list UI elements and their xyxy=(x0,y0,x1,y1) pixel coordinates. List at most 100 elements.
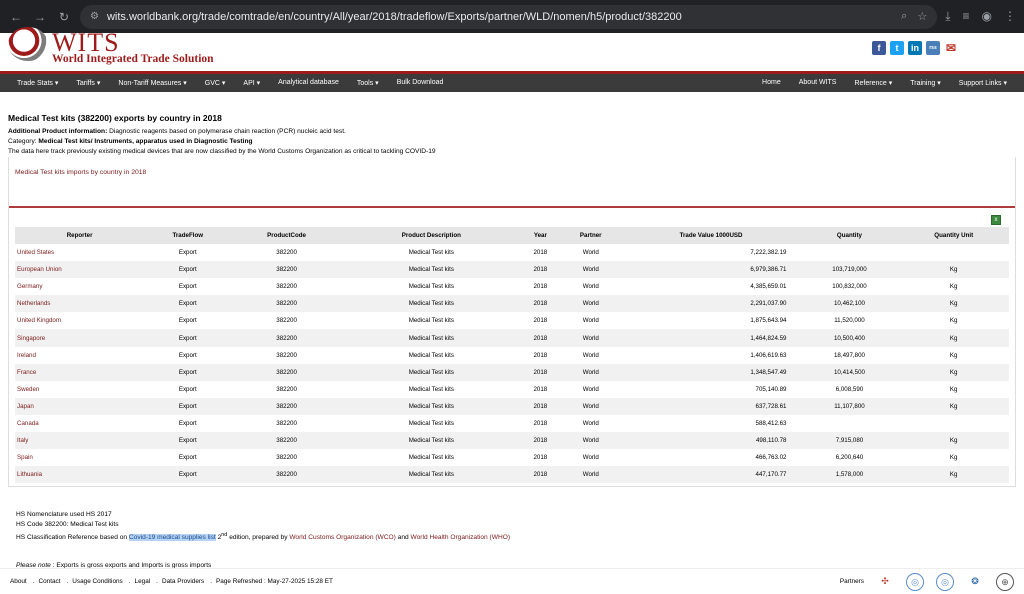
table-cell: Export xyxy=(144,432,232,450)
table-cell: Kg xyxy=(898,329,1009,347)
menu-analytical-database[interactable]: Analytical database xyxy=(269,79,348,87)
table-row: Netherlands Export 382200 Medical Test kits… xyxy=(15,295,1009,313)
rss-icon[interactable]: rss xyxy=(926,41,940,55)
main-content: Medical Test kits (382200) exports by co… xyxy=(0,113,1024,569)
reporter-link[interactable]: Netherlands xyxy=(15,295,145,313)
table-cell: Export xyxy=(178,317,197,325)
table-cell: Medical Test kits xyxy=(408,283,454,291)
exports-table: Reporter TradeFlow ProductCode Product Desc… xyxy=(15,227,1009,484)
partner-itc-icon[interactable]: ⊕ xyxy=(996,572,1014,591)
menu-gvc[interactable]: GVC ▾ xyxy=(196,79,235,87)
reporter-link[interactable]: Singapore xyxy=(15,329,145,347)
menu-reference[interactable]: Reference ▾ xyxy=(845,79,901,87)
reporter-link[interactable]: Canada xyxy=(15,415,144,432)
reporter-link[interactable]: Germany xyxy=(15,278,144,295)
table-cell: Kg xyxy=(949,317,958,325)
menu-training[interactable]: Training ▾ xyxy=(901,79,950,87)
table-cell: 7,222,382.19 xyxy=(750,249,787,257)
wits-logo[interactable]: WITS World Integrated Trade Solution xyxy=(8,27,214,66)
table-cell: Medical Test kits xyxy=(341,363,521,381)
facebook-icon[interactable]: f xyxy=(872,41,886,55)
menu-tariffs[interactable]: Tariffs ▾ xyxy=(67,79,109,87)
address-bar[interactable]: ⚙ wits.worldbank.org/trade/comtrade/en/c… xyxy=(80,4,938,29)
footer-about[interactable]: About xyxy=(10,578,31,585)
table-row: Sweden Export 382200 Medical Test kits 2018 W… xyxy=(15,381,1009,398)
table-cell: 4,385,659.01 xyxy=(750,283,787,291)
table-cell xyxy=(801,415,899,432)
profile-icon[interactable]: ◉ xyxy=(982,9,992,24)
reporter-link[interactable]: France xyxy=(15,363,145,381)
covid-supplies-link[interactable]: Covid-19 medical supplies list xyxy=(128,534,216,542)
partner-wto-icon[interactable]: ❂ xyxy=(966,573,984,591)
classification-prefix: HS Classification Reference based on xyxy=(16,534,129,542)
forward-icon[interactable]: → xyxy=(32,9,48,25)
partner-worldbank-icon[interactable]: ✣ xyxy=(876,573,894,591)
footer-contact[interactable]: Contact xyxy=(38,578,64,585)
menu-api[interactable]: API ▾ xyxy=(234,79,269,87)
footer-legal[interactable]: Legal xyxy=(135,578,155,585)
table-cell: 2018 xyxy=(533,454,548,462)
table-scroll-area[interactable]: Reporter TradeFlow ProductCode Product Desc… xyxy=(15,227,1009,486)
partner-un-icon[interactable]: ◎ xyxy=(936,572,954,591)
url-text[interactable]: wits.worldbank.org/trade/comtrade/en/cou… xyxy=(107,11,682,23)
table-cell: Medical Test kits xyxy=(408,419,454,427)
table-cell: 18,497,800 xyxy=(833,351,865,359)
imports-link[interactable]: Medical Test kits imports by country in … xyxy=(15,169,146,176)
browser-toolbar: ← → ↻ ⚙ wits.worldbank.org/trade/comtrad… xyxy=(0,0,1024,33)
table-cell: 382200 xyxy=(276,283,297,291)
partner-unctad-icon[interactable]: ◎ xyxy=(906,572,924,591)
table-cell: 705,140.89 xyxy=(755,385,787,393)
excel-export-icon[interactable]: x xyxy=(991,215,1001,225)
reporter-link[interactable]: Sweden xyxy=(15,381,144,398)
email-icon[interactable]: ✉ xyxy=(944,41,958,55)
zoom-icon[interactable]: ⌕ xyxy=(901,10,907,23)
reload-icon[interactable]: ↻ xyxy=(56,9,72,25)
table-cell: 10,500,400 xyxy=(800,329,899,347)
table-cell: 382200 xyxy=(276,249,297,257)
partners: Partners ✣ ◎ ◎ ❂ ⊕ xyxy=(840,572,1014,591)
reporter-link[interactable]: Lithuania xyxy=(15,466,145,484)
back-icon[interactable]: ← xyxy=(8,9,24,25)
table-cell: World xyxy=(559,466,622,484)
menu-about-wits[interactable]: About WITS xyxy=(790,79,846,87)
table-cell: Medical Test kits xyxy=(341,329,521,347)
table-cell: 2,291,037.90 xyxy=(621,295,801,313)
reporter-link[interactable]: United Kingdom xyxy=(15,312,144,329)
menu-bulk-download[interactable]: Bulk Download xyxy=(388,79,453,87)
reporter-link[interactable]: Japan xyxy=(15,397,145,415)
logo-subtitle: World Integrated Trade Solution xyxy=(52,53,214,65)
hs-code-note: HS Code 382200: Medical Test kits xyxy=(16,521,119,528)
menu-support-links[interactable]: Support Links ▾ xyxy=(950,79,1016,87)
wco-link[interactable]: World Customs Organization (WCO) xyxy=(289,534,396,541)
menu-home[interactable]: Home xyxy=(753,79,790,87)
table-cell xyxy=(801,244,899,261)
table-cell: Kg xyxy=(949,385,958,393)
menu-trade-stats[interactable]: Trade Stats ▾ xyxy=(8,79,67,87)
table-cell: World xyxy=(559,329,622,347)
reporter-link[interactable]: Spain xyxy=(15,449,144,466)
reading-list-icon[interactable]: ≡ xyxy=(963,9,970,24)
table-cell: 6,200,640 xyxy=(835,454,864,462)
kebab-menu-icon[interactable]: ⋮ xyxy=(1004,9,1016,24)
table-cell: World xyxy=(582,317,599,325)
table-cell: Medical Test kits xyxy=(341,261,521,279)
menu-tools[interactable]: Tools ▾ xyxy=(348,79,388,87)
footer-usage-conditions[interactable]: Usage Conditions xyxy=(72,578,126,585)
table-cell: Medical Test kits xyxy=(408,317,454,325)
linkedin-icon[interactable]: in xyxy=(908,41,922,55)
twitter-icon[interactable]: t xyxy=(890,41,904,55)
bookmark-star-icon[interactable]: ☆ xyxy=(917,10,927,23)
column-header-productcode: ProductCode xyxy=(231,227,342,244)
download-icon[interactable]: ⤓ xyxy=(945,9,950,24)
reporter-link[interactable]: European Union xyxy=(15,261,145,279)
menu-non-tariff-measures[interactable]: Non-Tariff Measures ▾ xyxy=(109,79,195,87)
reporter-link[interactable]: United States xyxy=(15,244,144,261)
product-info: Additional Product information: Diagnost… xyxy=(8,127,1016,157)
site-info-icon[interactable]: ⚙ xyxy=(90,11,99,22)
who-link[interactable]: World Health Organization (WHO) xyxy=(411,534,511,541)
reporter-link[interactable]: Ireland xyxy=(15,347,144,364)
footer-data-providers[interactable]: Data Providers xyxy=(162,578,208,585)
reporter-link[interactable]: Italy xyxy=(15,432,145,450)
table-cell: Kg xyxy=(949,283,958,291)
table-row: United Kingdom Export 382200 Medical Test k… xyxy=(15,312,1009,329)
